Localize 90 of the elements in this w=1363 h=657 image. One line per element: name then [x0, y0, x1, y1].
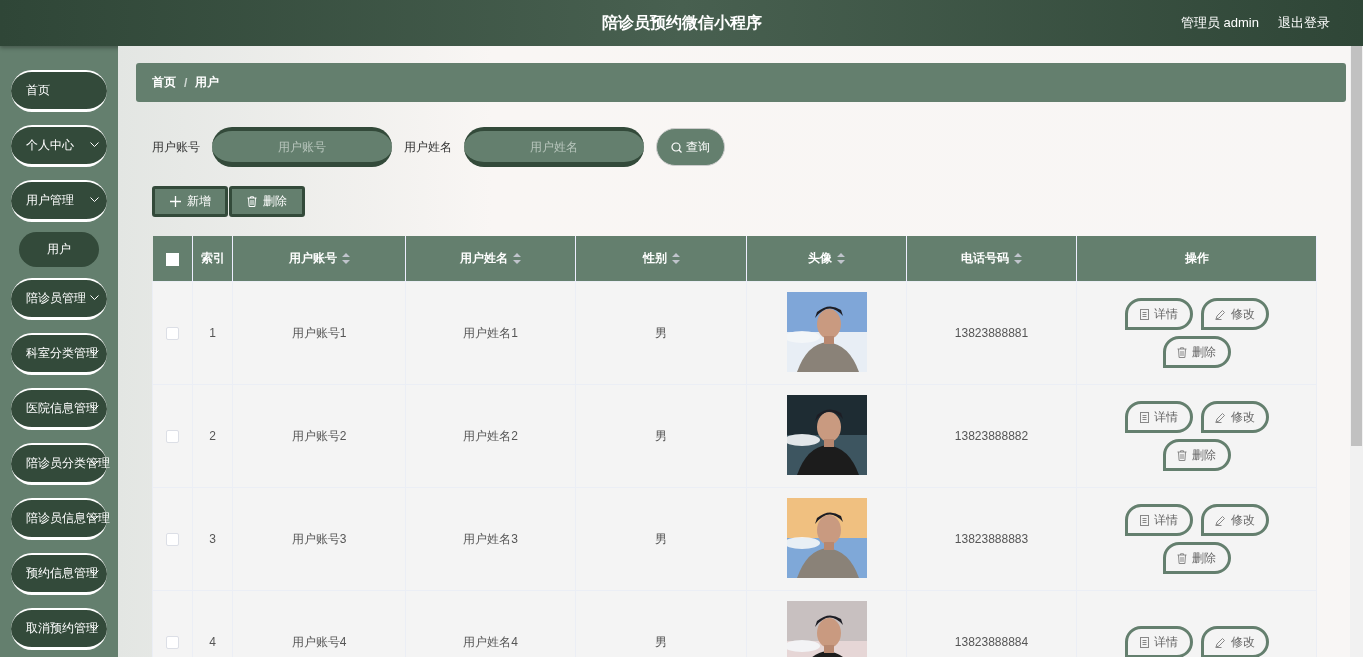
table-cell: 13823888884: [954, 635, 1029, 649]
breadcrumb-item[interactable]: 用户: [195, 74, 220, 91]
column-header: 用户姓名: [460, 250, 508, 267]
document-icon: [1139, 308, 1149, 320]
select-all-checkbox[interactable]: [165, 252, 179, 266]
detail-button[interactable]: 详情: [1124, 504, 1193, 536]
chevron-down-icon: [90, 625, 99, 631]
column-header: 索引: [200, 250, 225, 267]
logout-link[interactable]: 退出登录: [1278, 14, 1330, 32]
table-cell: 4: [209, 635, 216, 649]
delete-button[interactable]: 删除: [1162, 439, 1231, 471]
field-label: 用户姓名: [404, 138, 452, 156]
add-button[interactable]: 新增: [152, 186, 228, 217]
table-cell: 男: [655, 531, 667, 546]
table-cell: 2: [209, 429, 216, 443]
detail-button[interactable]: 详情: [1124, 401, 1193, 433]
pencil-icon: [1214, 636, 1226, 648]
search-icon: [671, 141, 682, 153]
table-cell: 13823888883: [954, 532, 1029, 546]
detail-button[interactable]: 详情: [1124, 298, 1193, 330]
table-cell: 男: [655, 634, 667, 649]
table-cell: 13823888882: [954, 429, 1029, 443]
sidebar-item[interactable]: 首页: [11, 70, 107, 112]
sidebar-item[interactable]: 用户管理: [11, 180, 107, 222]
chevron-down-icon: [90, 197, 99, 203]
table-cell: 用户账号3: [291, 531, 347, 546]
scrollbar[interactable]: [1350, 46, 1363, 657]
search-field[interactable]: 用户账号: [212, 127, 392, 167]
trash-icon: [1177, 449, 1187, 461]
edit-button[interactable]: 修改: [1200, 401, 1269, 433]
column-header: 电话号码: [961, 250, 1009, 267]
sidebar-item[interactable]: 个人中心: [11, 125, 107, 167]
chevron-down-icon: [90, 405, 99, 411]
row-checkbox[interactable]: [166, 327, 179, 341]
chevron-down-icon: [90, 295, 99, 301]
table-cell: 男: [655, 325, 667, 340]
sort-icon[interactable]: [513, 253, 521, 264]
edit-button[interactable]: 修改: [1200, 626, 1269, 657]
table-cell: 1: [209, 326, 216, 340]
table-cell: 13823888881: [954, 326, 1029, 340]
sort-icon[interactable]: [341, 253, 350, 264]
trash-icon: [1177, 552, 1187, 564]
sort-icon[interactable]: [1014, 253, 1022, 264]
table-cell: 用户姓名2: [463, 428, 518, 443]
edit-button[interactable]: 修改: [1200, 298, 1269, 330]
pencil-icon: [1214, 411, 1226, 423]
document-icon: [1139, 411, 1149, 423]
trash-icon: [1177, 346, 1187, 358]
user-label: 管理员 admin: [1180, 14, 1259, 32]
table-cell: 用户姓名3: [463, 531, 518, 546]
app-title: 陪诊员预约微信小程序: [601, 12, 762, 33]
search-button[interactable]: 查询: [656, 128, 725, 166]
breadcrumb-item[interactable]: 首页: [152, 74, 176, 91]
column-header: 性别: [642, 250, 667, 267]
chevron-down-icon: [90, 460, 99, 466]
table-cell: 男: [655, 428, 667, 443]
column-header: 用户账号: [288, 250, 337, 267]
table-cell: 3: [209, 532, 216, 546]
sidebar-item[interactable]: 陪诊员管理: [11, 278, 107, 320]
row-checkbox[interactable]: [166, 533, 179, 547]
delete-button[interactable]: 删除: [1162, 542, 1231, 574]
edit-button[interactable]: 修改: [1200, 504, 1269, 536]
delete-button[interactable]: 删除: [1162, 336, 1231, 368]
sort-icon[interactable]: [671, 253, 680, 264]
table-cell: 用户账号4: [291, 634, 347, 649]
row-checkbox[interactable]: [166, 430, 179, 444]
document-icon: [1139, 514, 1149, 526]
pencil-icon: [1214, 308, 1226, 320]
table-cell: 用户账号1: [291, 325, 347, 340]
sidebar-subitem[interactable]: 用户: [19, 232, 99, 267]
chevron-down-icon: [90, 570, 99, 576]
row-checkbox[interactable]: [166, 636, 179, 650]
column-header: 操作: [1184, 250, 1209, 267]
breadcrumb-separator: /: [184, 75, 188, 90]
sort-icon[interactable]: [837, 253, 845, 264]
chevron-down-icon: [90, 142, 99, 148]
chevron-down-icon: [90, 350, 99, 356]
pencil-icon: [1214, 514, 1226, 526]
search-field[interactable]: 用户姓名: [464, 127, 644, 167]
table-cell: 用户账号2: [291, 428, 347, 443]
table-cell: 用户姓名4: [463, 634, 518, 649]
delete-button[interactable]: 删除: [229, 186, 305, 217]
column-header: 头像: [808, 250, 832, 267]
detail-button[interactable]: 详情: [1124, 626, 1193, 657]
field-label: 用户账号: [152, 138, 200, 156]
chevron-down-icon: [90, 515, 99, 521]
trash-icon: [247, 196, 257, 207]
table-cell: 用户姓名1: [463, 325, 518, 340]
document-icon: [1139, 636, 1149, 648]
plus-icon: [169, 196, 181, 207]
